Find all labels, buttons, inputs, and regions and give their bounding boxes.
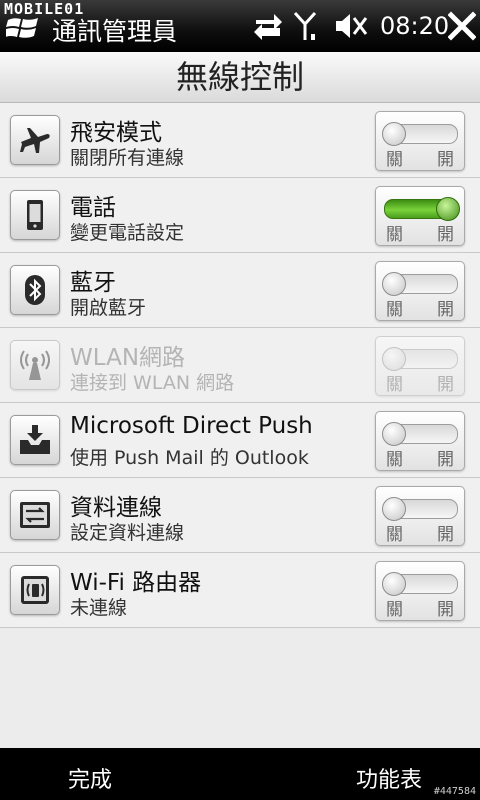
toggle-track [382, 422, 458, 446]
row-title: 資料連線 [70, 495, 162, 521]
bluetooth-toggle[interactable]: 關 開 [375, 261, 465, 321]
toggle-off-label: 關 [386, 300, 403, 320]
row-subtitle: 變更電話設定 [70, 222, 185, 244]
toggle-on-label: 開 [437, 600, 454, 620]
windows-logo-icon[interactable] [6, 14, 40, 42]
status-bar: MOBILE01 通訊管理員 08:20 [0, 0, 480, 52]
toggle-knob[interactable] [382, 122, 406, 146]
toggle-on-label: 開 [437, 300, 454, 320]
close-icon[interactable] [448, 10, 476, 42]
row-subtitle: 未連線 [70, 597, 128, 619]
toggle-track [382, 347, 458, 371]
toggle-knob[interactable] [382, 497, 406, 521]
row-subtitle: 設定資料連線 [70, 522, 185, 544]
row-title: 電話 [70, 195, 116, 221]
wifi-router-icon[interactable] [10, 565, 60, 615]
page-header: 無線控制 [0, 52, 480, 103]
row-data-connection: 資料連線 設定資料連線 關 開 [0, 478, 480, 553]
toggle-on-label: 開 [437, 225, 454, 245]
signal-icon [293, 11, 317, 40]
row-wifi-router: Wi-Fi 路由器 未連線 關 開 [0, 553, 480, 628]
softkey-bar: 完成 功能表 #447584 [0, 748, 480, 800]
row-title: 藍牙 [70, 270, 116, 296]
done-softkey[interactable]: 完成 [68, 762, 112, 794]
toggle-on-label: 開 [437, 525, 454, 545]
clock[interactable]: 08:20 [380, 12, 449, 40]
row-airplane-mode: 飛安模式 關閉所有連線 關 開 [0, 103, 480, 178]
speaker-mute-icon [336, 14, 368, 38]
row-subtitle: 使用 Push Mail 的 Outlook [70, 447, 309, 469]
row-title: 飛安模式 [70, 120, 162, 146]
toggle-off-label: 關 [386, 150, 403, 170]
toggle-off-label: 關 [386, 375, 403, 395]
page-title: 無線控制 [175, 58, 304, 96]
row-subtitle: 關閉所有連線 [70, 147, 185, 169]
image-id-label: #447584 [433, 786, 476, 797]
wifi-router-toggle[interactable]: 關 開 [375, 561, 465, 621]
airplane-icon[interactable] [10, 115, 60, 165]
direct-push-toggle[interactable]: 關 開 [375, 411, 465, 471]
toggle-track [384, 197, 460, 221]
bluetooth-icon[interactable] [10, 265, 60, 315]
toggle-knob[interactable] [382, 572, 406, 596]
data-connection-icon[interactable] [10, 490, 60, 540]
toggle-off-label: 關 [386, 525, 403, 545]
wireless-control-list: 飛安模式 關閉所有連線 關 開 電話 變更電話設定 關 開 藍牙 開啟藍牙 關 … [0, 103, 480, 628]
toggle-knob [382, 347, 406, 371]
menu-softkey[interactable]: 功能表 [356, 762, 422, 794]
row-title: Microsoft Direct Push [70, 413, 313, 439]
toggle-track [382, 272, 458, 296]
row-phone: 電話 變更電話設定 關 開 [0, 178, 480, 253]
toggle-track [382, 497, 458, 521]
wlan-toggle: 關 開 [375, 336, 465, 396]
data-transfer-icon [254, 14, 282, 40]
toggle-off-label: 關 [386, 225, 403, 245]
toggle-track [382, 122, 458, 146]
row-bluetooth: 藍牙 開啟藍牙 關 開 [0, 253, 480, 328]
phone-toggle[interactable]: 關 開 [375, 186, 465, 246]
toggle-knob[interactable] [382, 422, 406, 446]
toggle-on-label: 開 [437, 450, 454, 470]
wlan-antenna-icon [10, 340, 60, 390]
phone-icon[interactable] [10, 190, 60, 240]
direct-push-inbox-icon[interactable] [10, 415, 60, 465]
row-subtitle: 開啟藍牙 [70, 297, 147, 319]
toggle-off-label: 關 [386, 600, 403, 620]
toggle-on-label: 開 [437, 375, 454, 395]
toggle-off-label: 關 [386, 450, 403, 470]
row-direct-push: Microsoft Direct Push 使用 Push Mail 的 Out… [0, 403, 480, 478]
toggle-track [382, 572, 458, 596]
data-connection-toggle[interactable]: 關 開 [375, 486, 465, 546]
row-title: Wi-Fi 路由器 [70, 570, 202, 596]
app-title: 通訊管理員 [52, 17, 178, 46]
toggle-on-label: 開 [437, 150, 454, 170]
toggle-knob[interactable] [436, 197, 460, 221]
row-title: WLAN網路 [70, 345, 186, 371]
row-subtitle: 連接到 WLAN 網路 [70, 372, 235, 394]
toggle-knob[interactable] [382, 272, 406, 296]
airplane-mode-toggle[interactable]: 關 開 [375, 111, 465, 171]
row-wlan: WLAN網路 連接到 WLAN 網路 關 開 [0, 328, 480, 403]
